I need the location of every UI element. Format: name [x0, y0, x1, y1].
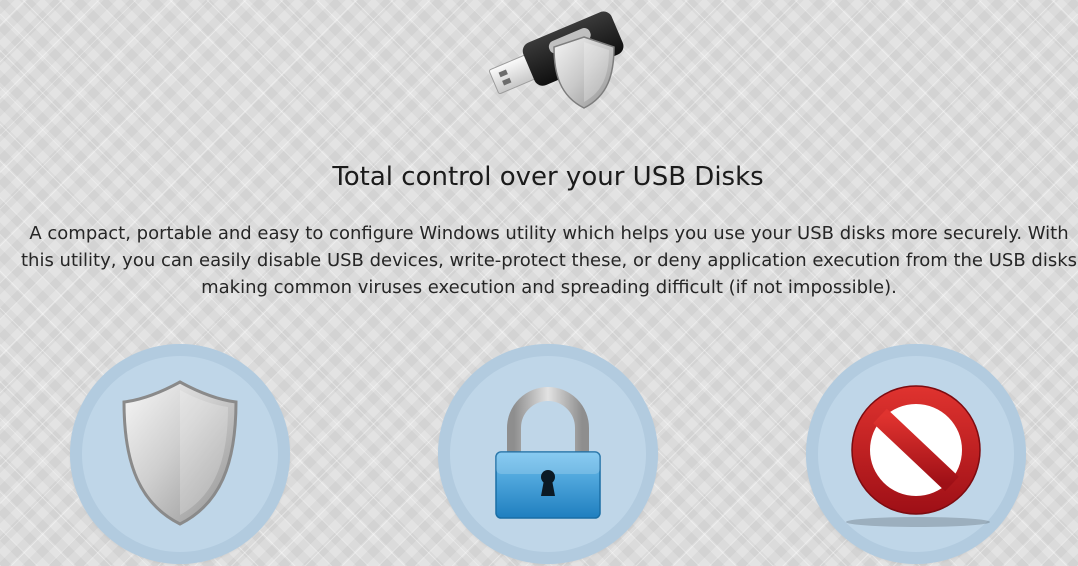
description-line-3: making common viruses execution and spre… — [201, 277, 897, 298]
page-title: Total control over your USB Disks — [332, 162, 764, 192]
padlock-icon — [495, 387, 601, 519]
feature-shield-circle — [70, 344, 290, 564]
description-line-1: A compact, portable and easy to configur… — [29, 223, 1069, 244]
description-line-2: this utility, you can easily disable USB… — [20, 250, 1078, 271]
shield-icon — [122, 380, 238, 526]
feature-lock-circle — [438, 344, 658, 564]
feature-prohibited-circle — [806, 344, 1026, 564]
prohibited-icon — [846, 385, 990, 527]
usb-drive-shield-icon — [488, 11, 624, 109]
description-text: A compact, portable and easy to configur… — [2, 220, 1078, 301]
